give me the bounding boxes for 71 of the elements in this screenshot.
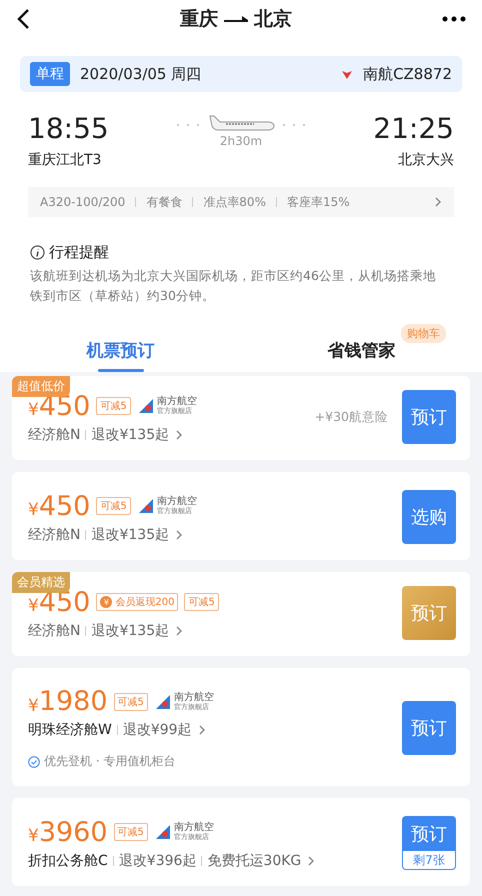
flight-number: 南航CZ8872: [363, 64, 452, 84]
discount-chip: 可减5: [184, 593, 219, 611]
cabin-class: 折扣公务舱C: [28, 852, 108, 870]
tab[interactable]: 机票预订: [0, 328, 241, 372]
currency-sign: ¥: [28, 596, 39, 616]
more-icon: [442, 16, 466, 22]
book-button[interactable]: 预订: [402, 701, 456, 755]
cabin-class: 经济舱N: [28, 622, 80, 640]
insurance-note: +¥30航意险: [314, 408, 388, 426]
airline-tail-icon: [136, 498, 155, 514]
currency-sign: ¥: [28, 696, 39, 716]
currency-sign: ¥: [28, 400, 39, 420]
chevron-icon: [175, 624, 184, 636]
origin-city: 重庆: [180, 7, 218, 32]
cabin-class: 经济舱N: [28, 526, 80, 544]
flight-fact: A320-100/200: [40, 195, 126, 209]
airline-name: 南方航空: [174, 822, 214, 833]
chevron-icon: [175, 528, 184, 540]
arrival-time: 21:25: [373, 112, 454, 145]
route-arrow-icon: [224, 16, 248, 22]
flight-date: 2020/03/05 周四: [80, 64, 202, 84]
discount-chip: 可减5: [96, 397, 131, 415]
fare-price: 1980: [38, 686, 108, 717]
flight-fact: 准点率80%: [203, 194, 266, 210]
destination-city: 北京: [254, 7, 292, 32]
fare-detail: 退改¥135起: [91, 426, 170, 444]
flight-duration: 2h30m: [220, 134, 262, 148]
currency-sign: ¥: [28, 826, 39, 846]
airline-tail-icon: [154, 694, 172, 710]
chevron-icon: [434, 196, 442, 208]
cart-badge: 购物车: [401, 324, 446, 343]
airline-name: 南方航空: [174, 692, 214, 702]
trip-type-badge: 单程: [30, 62, 70, 86]
airline-tail-icon: [154, 824, 172, 840]
discount-chip: 可减5: [114, 823, 148, 841]
book-button[interactable]: 预订: [402, 586, 456, 640]
cabin-class: 明珠经济舱W: [28, 721, 112, 739]
flight-fact: 客座率15%: [286, 194, 350, 210]
flight-facts-bar[interactable]: A320-100/200 有餐食 准点率80% 客座率15%: [28, 187, 454, 217]
chevron-icon: [198, 724, 206, 736]
reminder-title: 行程提醒: [49, 243, 109, 262]
fare-price: 450: [38, 490, 90, 522]
airline-logo-icon: [341, 69, 354, 79]
departure-time: 18:55: [28, 112, 109, 145]
currency-sign: ¥: [28, 500, 39, 520]
fare-price: 3960: [38, 816, 108, 848]
departure-airport: 重庆江北T3: [28, 151, 102, 169]
fare-detail: 免费托运30KG: [207, 852, 302, 870]
fare-detail: 退改¥99起: [122, 721, 192, 739]
book-button[interactable]: 预订 剩7张: [402, 816, 456, 870]
check-circle-icon: [28, 756, 40, 768]
back-icon: [16, 8, 30, 30]
discount-chip: 可减5: [114, 692, 148, 710]
airline-tail-icon: [136, 398, 155, 414]
fare-detail: 退改¥135起: [91, 622, 170, 640]
fare-detail: 退改¥396起: [118, 852, 196, 870]
reminder-text: 该航班到达机场为北京大兴国际机场，距市区约46公里，从机场搭乘地铁到市区（草桥站）约30分钟。: [30, 267, 437, 305]
airline-name: 南方航空: [156, 396, 197, 407]
chevron-icon: [175, 428, 184, 440]
airline-name: 南方航空: [156, 496, 197, 507]
fare-detail: 退改¥135起: [91, 526, 170, 544]
arrival-airport: 北京大兴: [398, 151, 454, 169]
fare-perk: 优先登机 · 专用值机柜台: [44, 753, 176, 770]
cabin-class: 经济舱N: [28, 426, 80, 444]
cashback-chip: ¥ 会员返现200: [96, 593, 178, 611]
book-button[interactable]: 预订: [402, 390, 456, 444]
flight-fact: 有餐食: [146, 194, 182, 210]
book-button[interactable]: 选购: [402, 490, 456, 544]
chevron-icon: [307, 854, 316, 866]
info-icon: [30, 245, 45, 260]
discount-chip: 可减5: [96, 497, 131, 515]
